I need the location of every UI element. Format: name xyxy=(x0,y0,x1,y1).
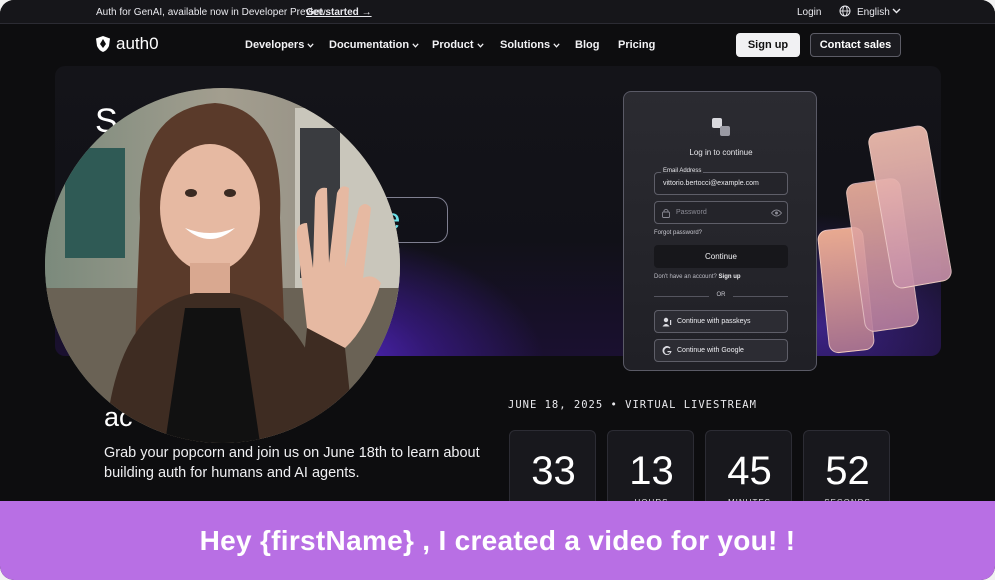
chevron-down-icon xyxy=(892,8,901,14)
nav-item-developers[interactable]: Developers xyxy=(245,39,314,51)
or-divider: OR xyxy=(654,292,788,300)
nav-item-pricing[interactable]: Pricing xyxy=(618,39,655,51)
chevron-down-icon xyxy=(553,42,560,48)
card-signup-link[interactable]: Sign up xyxy=(719,274,741,280)
countdown-minutes: 45 MINUTES xyxy=(705,430,792,510)
chevron-down-icon xyxy=(412,42,419,48)
event-description: Grab your popcorn and join us on June 18… xyxy=(104,445,480,481)
user-key-icon xyxy=(662,317,672,327)
globe-icon xyxy=(839,5,851,17)
nav-item-product[interactable]: Product xyxy=(432,39,484,51)
continue-button[interactable]: Continue xyxy=(654,245,788,268)
sign-up-button[interactable]: Sign up xyxy=(736,33,800,57)
chevron-down-icon xyxy=(307,42,314,48)
lock-icon xyxy=(662,208,670,218)
eye-icon[interactable] xyxy=(771,209,782,217)
password-placeholder: Password xyxy=(676,209,707,216)
countdown-hours: 13 HOURS xyxy=(607,430,694,510)
nav-item-blog[interactable]: Blog xyxy=(575,39,599,51)
email-label: Email Address xyxy=(661,168,704,174)
event-date-line: JUNE 18, 2025 • VIRTUAL LIVESTREAM xyxy=(508,399,757,411)
banner-text: Hey {firstName} , I created a video for … xyxy=(199,524,796,556)
auth0-logo[interactable]: auth0 xyxy=(95,34,159,54)
screen: Auth for GenAI, available now in Develop… xyxy=(0,0,995,580)
language-selector[interactable]: English xyxy=(857,7,890,18)
presenter-illustration xyxy=(45,88,400,443)
email-field[interactable]: Email Address vittorio.bertocci@example.… xyxy=(654,168,788,195)
email-value: vittorio.bertocci@example.com xyxy=(663,180,759,187)
personalized-banner: Hey {firstName} , I created a video for … xyxy=(0,501,995,580)
logo-text: auth0 xyxy=(116,34,159,53)
countdown-seconds: 52 SECONDS xyxy=(803,430,890,510)
countdown-days: 33 xyxy=(509,430,596,510)
chevron-down-icon xyxy=(476,42,484,48)
no-account-text: Don't have an account? Sign up xyxy=(654,274,741,280)
main-nav: auth0 Developers Documentation Product S… xyxy=(0,24,995,68)
login-card: Log in to continue Email Address vittori… xyxy=(623,91,817,371)
shield-icon xyxy=(96,36,110,52)
google-icon xyxy=(662,346,672,356)
passkeys-button[interactable]: Continue with passkeys xyxy=(654,310,788,333)
nav-item-solutions[interactable]: Solutions xyxy=(500,39,560,51)
google-button[interactable]: Continue with Google xyxy=(654,339,788,362)
nav-item-documentation[interactable]: Documentation xyxy=(329,39,419,51)
app-logo-icon xyxy=(712,118,730,136)
password-field[interactable]: Password xyxy=(654,201,788,224)
announcement-bar: Auth for GenAI, available now in Develop… xyxy=(0,0,995,24)
announcement-text: Auth for GenAI, available now in Develop… xyxy=(96,7,328,18)
login-title: Log in to continue xyxy=(689,148,753,157)
forgot-password-link[interactable]: Forgot password? xyxy=(654,230,702,236)
presenter-video-avatar[interactable] xyxy=(45,88,400,443)
get-started-link[interactable]: Get started → xyxy=(306,7,372,18)
contact-sales-button[interactable]: Contact sales xyxy=(810,33,901,57)
login-link[interactable]: Login xyxy=(797,7,821,18)
